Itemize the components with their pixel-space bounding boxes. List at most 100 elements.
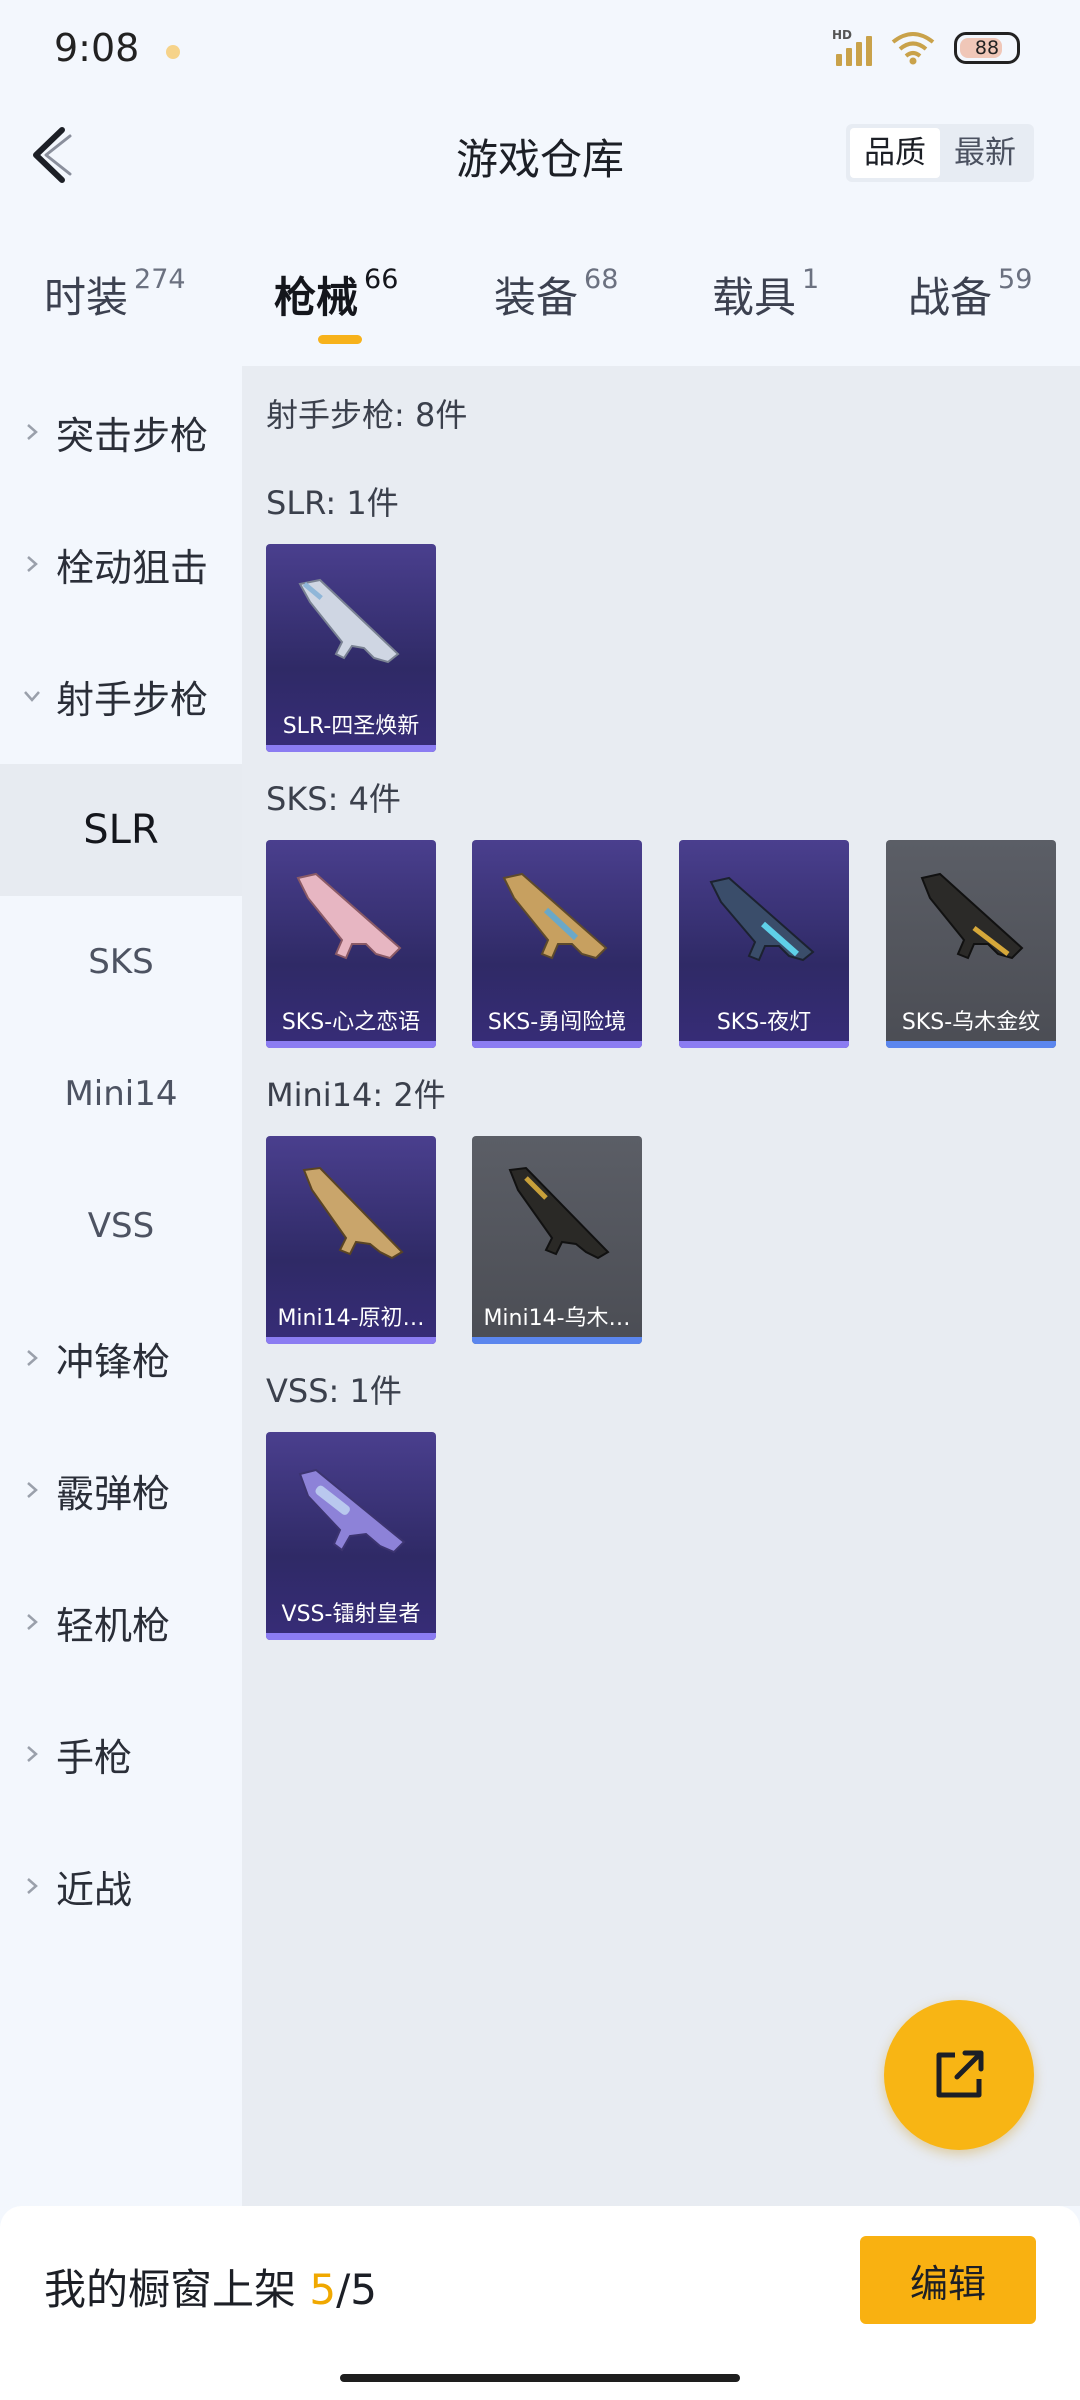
status-time: 9:08 (54, 26, 140, 70)
tab-label: 枪械 (274, 273, 359, 322)
rifle-icon (302, 1166, 404, 1260)
chevron-right-icon (27, 424, 38, 440)
sidebar-subitem-sks[interactable]: SKS (0, 896, 242, 1028)
weapon-card[interactable]: SKS-夜灯 (679, 840, 849, 1048)
tab-label: 载具 (712, 273, 797, 322)
sidebar-subitem-vss[interactable]: VSS (0, 1160, 242, 1292)
rarity-stripe (886, 1041, 1056, 1048)
tab-label: 装备 (494, 273, 579, 322)
rarity-stripe (266, 1337, 436, 1344)
edit-button[interactable]: 编辑 (860, 2236, 1036, 2324)
share-button[interactable] (884, 2000, 1034, 2150)
sidebar-item-label: 冲锋枪 (56, 1339, 171, 1384)
category-tabs: 时装 274 枪械 66 装备 68 载具 1 战备 59 (0, 250, 1080, 350)
weapon-type-sidebar: 突击步枪 栓动狙击 射手步枪 SLR SKS Mini14 VSS 冲锋枪 霰弹… (0, 366, 242, 2206)
rifle-icon (298, 1468, 406, 1554)
rifle-icon (502, 872, 608, 960)
sidebar-item-shotgun[interactable]: 霰弹枪 (0, 1424, 242, 1556)
sidebar-item-label: 突击步枪 (56, 413, 209, 458)
share-external-icon (936, 2050, 984, 2098)
sidebar-item-label: 霰弹枪 (56, 1471, 171, 1516)
showcase-count: 5 (309, 2265, 337, 2314)
sidebar-item-lmg[interactable]: 轻机枪 (0, 1556, 242, 1688)
sidebar-subitem-mini14[interactable]: Mini14 (0, 1028, 242, 1160)
signal-icon: HD (832, 28, 872, 66)
group-title: SKS: 4件 (266, 780, 401, 818)
tab-count: 1 (802, 264, 820, 295)
weapon-card[interactable]: SKS-勇闯险境 (472, 840, 642, 1048)
sidebar-item-assault-rifle[interactable]: 突击步枪 (0, 366, 242, 498)
rarity-stripe (472, 1041, 642, 1048)
chevron-right-icon (27, 1350, 38, 1366)
weapon-name: SKS-心之恋语 (281, 1010, 421, 1035)
sidebar-item-pistol[interactable]: 手枪 (0, 1688, 242, 1820)
tab-count: 274 (134, 264, 186, 295)
sort-quality-button[interactable]: 品质 (850, 128, 940, 178)
sidebar-item-bolt-sniper[interactable]: 栓动狙击 (0, 498, 242, 630)
status-icons: HD 88 (832, 28, 1020, 66)
sidebar-item-marksman-rifle[interactable]: 射手步枪 (0, 630, 242, 762)
rifle-icon (920, 872, 1024, 960)
rifle-icon (709, 876, 815, 962)
sidebar-item-label: 近战 (56, 1867, 133, 1912)
sidebar-subitem-slr[interactable]: SLR (0, 764, 242, 896)
weapon-name: SKS-夜灯 (716, 1010, 812, 1035)
chevron-right-icon (27, 556, 38, 572)
rarity-stripe (266, 1041, 436, 1048)
sidebar-item-label: 栓动狙击 (56, 545, 209, 590)
showcase-total: /5 (336, 2265, 377, 2314)
group-title: Mini14: 2件 (266, 1076, 446, 1114)
rifle-icon (298, 578, 400, 664)
group-title: SLR: 1件 (266, 484, 399, 522)
weapon-name: VSS-镭射皇者 (281, 1602, 421, 1627)
weapon-card[interactable]: VSS-镭射皇者 (266, 1432, 436, 1640)
sort-toggle[interactable]: 品质 最新 (846, 124, 1034, 182)
tab-vehicles[interactable]: 载具 1 (712, 264, 819, 325)
weapon-card[interactable]: Mini14-原初… (266, 1136, 436, 1344)
tab-label: 战备 (908, 273, 993, 322)
rarity-stripe (266, 745, 436, 752)
group-title: VSS: 1件 (266, 1372, 402, 1410)
weapon-name: Mini14-乌木… (483, 1306, 631, 1331)
tab-equipment[interactable]: 装备 68 (494, 264, 618, 325)
chevron-right-icon (27, 1746, 38, 1762)
rarity-stripe (266, 1633, 436, 1640)
rarity-stripe (679, 1041, 849, 1048)
back-arrow-icon[interactable] (26, 120, 86, 190)
weapon-name: Mini14-原初… (277, 1306, 425, 1331)
rifle-icon (508, 1166, 610, 1260)
weapon-list: 射手步枪: 8件 SLR: 1件 SLR-四圣焕新 SKS: 4件 SKS-心之… (242, 366, 1080, 2206)
tab-count: 66 (364, 264, 399, 295)
chevron-right-icon (27, 1878, 38, 1894)
weapon-card[interactable]: Mini14-乌木… (472, 1136, 642, 1344)
active-tab-indicator (318, 335, 362, 344)
showcase-label: 我的橱窗上架 (44, 2265, 297, 2314)
sort-newest-button[interactable]: 最新 (940, 128, 1030, 178)
tab-label: 时装 (44, 273, 129, 322)
weapon-name: SLR-四圣焕新 (282, 714, 420, 739)
rifle-icon (296, 872, 402, 960)
sidebar-item-smg[interactable]: 冲锋枪 (0, 1292, 242, 1424)
tab-combat-gear[interactable]: 战备 59 (908, 264, 1032, 325)
sidebar-item-label: 手枪 (56, 1735, 133, 1780)
home-indicator[interactable] (340, 2374, 740, 2382)
sidebar-item-label: 轻机枪 (56, 1603, 171, 1648)
weapon-card[interactable]: SKS-乌木金纹 (886, 840, 1056, 1048)
tab-fashion[interactable]: 时装 274 (44, 264, 186, 325)
battery-level: 88 (974, 37, 1000, 59)
wifi-icon (891, 32, 935, 65)
tab-guns[interactable]: 枪械 66 (274, 264, 398, 325)
weapon-card[interactable]: SKS-心之恋语 (266, 840, 436, 1048)
chevron-right-icon (27, 1614, 38, 1630)
sidebar-item-label: 射手步枪 (56, 677, 209, 722)
battery-icon: 88 (954, 32, 1020, 64)
weapon-name: SKS-勇闯险境 (487, 1010, 627, 1035)
weapon-name: SKS-乌木金纹 (901, 1010, 1041, 1035)
tab-count: 68 (584, 264, 619, 295)
chevron-right-icon (27, 1482, 38, 1498)
chevron-down-icon (24, 691, 40, 702)
sidebar-item-melee[interactable]: 近战 (0, 1820, 242, 1952)
rarity-stripe (472, 1337, 642, 1344)
tab-count: 59 (998, 264, 1033, 295)
weapon-card[interactable]: SLR-四圣焕新 (266, 544, 436, 752)
